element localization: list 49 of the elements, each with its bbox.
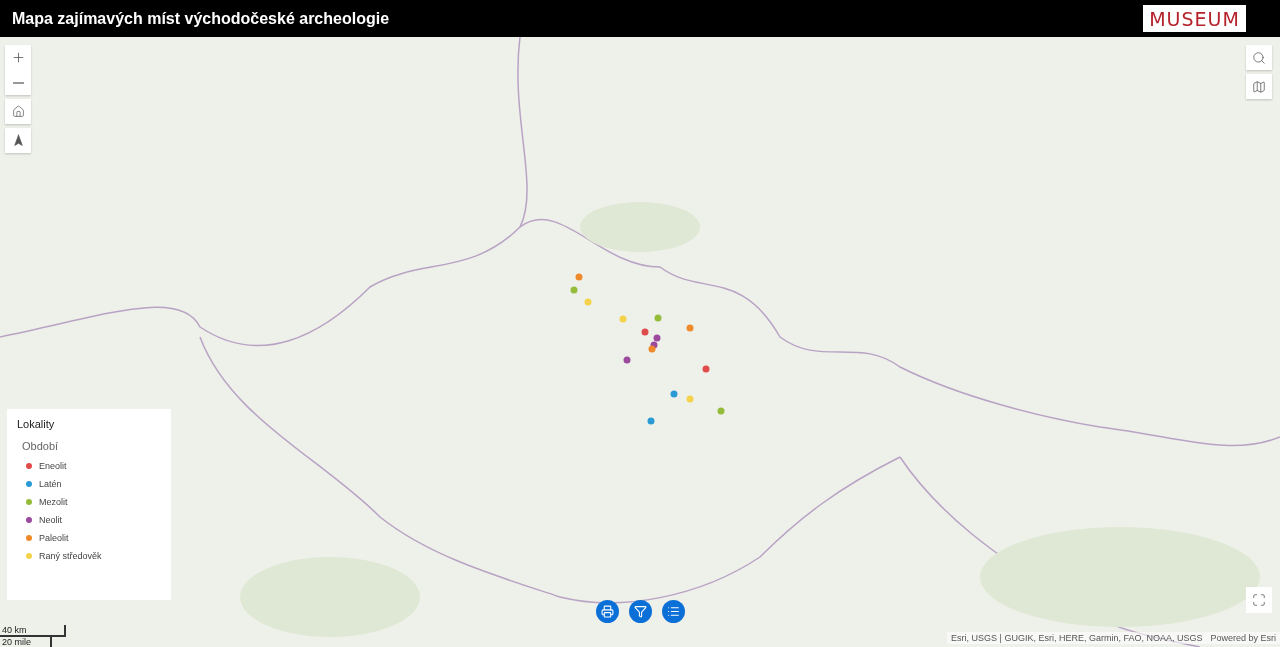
map-view[interactable]: Lokality Období Eneolit Latén Mezolit Neolit Paleolit Raný středověk Esri, USGS | GUGIK, Esri, HERE, Garmin, FAO, NOAA, USGS Powered by Esri 40 km 20 mile <box>0 37 1280 647</box>
basemap-button[interactable] <box>1246 74 1272 99</box>
search-button[interactable] <box>1246 45 1272 70</box>
legend-label: Paleolit <box>39 532 69 543</box>
scale-imperial: 20 mile <box>0 637 52 647</box>
print-button[interactable] <box>596 600 619 623</box>
compass-button[interactable] <box>5 128 31 153</box>
legend-title: Lokality <box>17 418 56 430</box>
fullscreen-icon <box>1252 593 1266 607</box>
site-marker[interactable] <box>570 286 578 294</box>
attribution-text: Esri, USGS | GUGIK, Esri, HERE, Garmin, FAO, NOAA, USGS <box>951 633 1203 643</box>
legend-label: Mezolit <box>39 496 68 507</box>
powered-by-link[interactable]: Powered by Esri <box>1210 633 1276 643</box>
search-icon <box>1252 50 1266 65</box>
site-marker[interactable] <box>648 345 656 353</box>
legend-subtitle: Období <box>22 440 60 452</box>
list-icon <box>667 605 680 618</box>
minus-icon <box>12 81 24 84</box>
fullscreen-button[interactable] <box>1246 587 1272 613</box>
legend-label: Neolit <box>39 514 62 525</box>
museum-logo: MUSEUM <box>1143 5 1246 32</box>
site-marker[interactable] <box>717 407 725 415</box>
filter-icon <box>634 605 647 618</box>
list-button[interactable] <box>662 600 685 623</box>
filter-button[interactable] <box>629 600 652 623</box>
site-marker[interactable] <box>686 324 694 332</box>
site-marker[interactable] <box>647 417 655 425</box>
site-marker[interactable] <box>654 314 662 322</box>
site-marker[interactable] <box>641 328 649 336</box>
legend-label: Latén <box>39 478 62 489</box>
scale-metric: 40 km <box>0 625 66 637</box>
app-title: Mapa zajímavých míst východočeské archeologie <box>12 9 390 28</box>
zoom-in-button[interactable] <box>5 45 31 70</box>
legend-label: Eneolit <box>39 460 67 471</box>
compass-arrow-icon <box>11 134 25 147</box>
site-marker[interactable] <box>686 395 694 403</box>
plus-icon <box>10 50 26 65</box>
site-marker[interactable] <box>623 356 631 364</box>
site-marker[interactable] <box>670 390 678 398</box>
map-icon <box>1252 79 1266 94</box>
printer-icon <box>601 605 614 618</box>
home-icon <box>11 105 25 118</box>
site-marker[interactable] <box>584 298 592 306</box>
site-marker[interactable] <box>702 365 710 373</box>
site-marker[interactable] <box>575 273 583 281</box>
site-marker[interactable] <box>653 334 661 342</box>
legend-label: Raný středověk <box>39 550 102 561</box>
zoom-out-button[interactable] <box>5 70 31 95</box>
site-marker[interactable] <box>619 315 627 323</box>
